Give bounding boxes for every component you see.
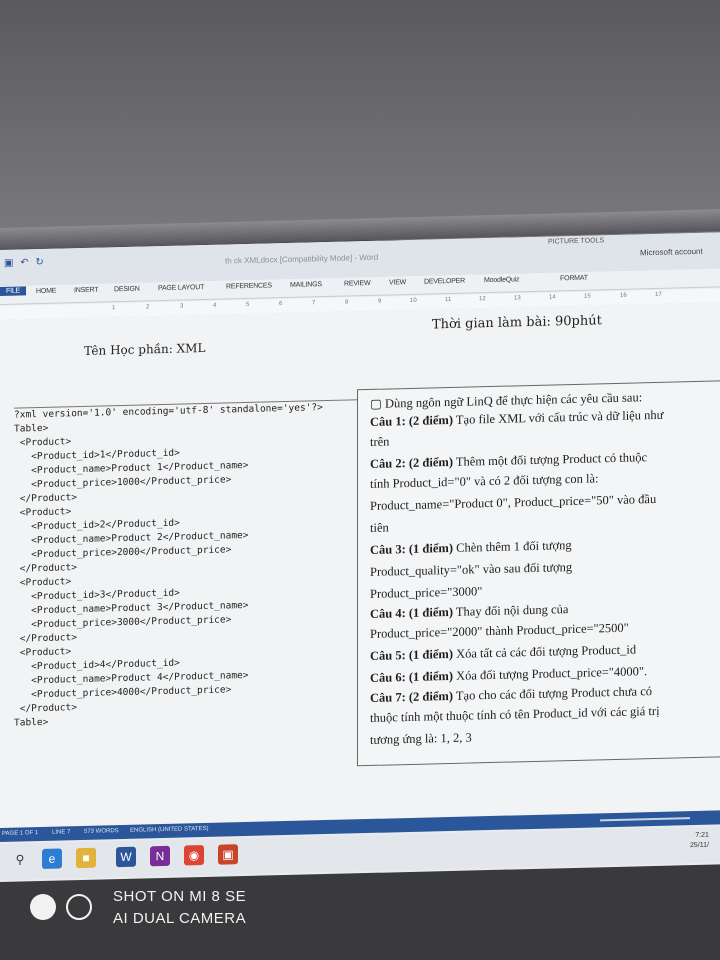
tab-mailings[interactable]: MAILINGS xyxy=(290,281,322,289)
onenote-icon[interactable]: N xyxy=(150,845,170,867)
xml-line: </Product> xyxy=(14,492,77,505)
tab-moodlequiz[interactable]: MoodleQuiz xyxy=(484,276,519,284)
xml-line: <Product> xyxy=(14,436,72,449)
ruler-tick: 1 xyxy=(112,305,116,312)
word-icon[interactable]: W xyxy=(116,846,136,868)
tab-view[interactable]: VIEW xyxy=(389,279,406,286)
status-page[interactable]: PAGE 1 OF 1 xyxy=(2,830,38,837)
tab-page-layout[interactable]: PAGE LAYOUT xyxy=(158,284,204,292)
question-3-line: Product_price="3000" xyxy=(370,584,483,601)
question-6-line: Câu 6: (1 điểm) Xóa đối tượng Product_pr… xyxy=(370,664,648,685)
file-explorer-icon[interactable]: ■ xyxy=(76,847,96,869)
ruler-tick: 15 xyxy=(584,293,591,300)
question-3-line: Câu 3: (1 điểm) Chèn thêm 1 đối tượng xyxy=(370,538,572,557)
course-name-text: Tên Học phần: XML xyxy=(84,340,206,358)
question-1-line: trên xyxy=(370,434,390,449)
ruler-tick: 3 xyxy=(180,303,184,310)
ruler-tick: 11 xyxy=(445,296,452,304)
quick-access-toolbar[interactable]: ▣ ↶ ↻ xyxy=(4,257,46,269)
picture-tools-label: PICTURE TOOLS xyxy=(548,237,605,246)
status-line: LINE 7 xyxy=(52,829,71,836)
status-word-count[interactable]: 573 WORDS xyxy=(84,828,119,835)
ruler-tick: 14 xyxy=(549,294,556,301)
exam-time-text: Thời gian làm bài: 90phút xyxy=(432,313,602,333)
questions-cell[interactable]: ▢ Dùng ngôn ngữ LinQ để thực hiện các yê… xyxy=(357,380,720,767)
ruler-tick: 6 xyxy=(279,301,283,308)
tab-file[interactable]: FILE xyxy=(0,286,26,296)
edge-icon[interactable]: e xyxy=(42,848,62,869)
tab-design[interactable]: DESIGN xyxy=(114,286,140,294)
watermark-circle-outline xyxy=(66,894,92,920)
ruler-tick: 5 xyxy=(246,301,250,308)
xml-line: <Product> xyxy=(14,576,72,589)
question-4-line: Product_price="2000" thành Product_price… xyxy=(370,620,629,641)
tab-home[interactable]: HOME xyxy=(36,288,56,295)
question-2-line: Câu 2: (2 điểm) Thêm một đối tượng Produ… xyxy=(370,450,648,471)
app-icon[interactable]: ▣ xyxy=(218,844,238,865)
tab-insert[interactable]: INSERT xyxy=(74,287,98,295)
xml-line: <Product> xyxy=(14,646,72,659)
question-2-line: tiên xyxy=(370,520,389,535)
ruler-tick: 16 xyxy=(620,292,627,299)
xml-line: Table> xyxy=(14,422,49,435)
xml-line: </Product> xyxy=(14,702,77,715)
question-7-line: thuộc tính một thuộc tính có tên Product… xyxy=(370,703,660,725)
question-4-line: Câu 4: (1 điểm) Thay đổi nội dung của xyxy=(370,602,569,621)
watermark-line1: SHOT ON MI 8 SE xyxy=(113,888,247,905)
watermark-circle-filled xyxy=(30,894,56,920)
document-title: th ck XMLdocx [Compatibility Mode] - Wor… xyxy=(225,252,379,266)
status-language[interactable]: ENGLISH (UNITED STATES) xyxy=(130,826,208,834)
xml-line: ?xml version='1.0' encoding='utf-8' stan… xyxy=(14,402,323,421)
xml-line: </Product> xyxy=(14,632,77,645)
zoom-slider[interactable] xyxy=(600,817,690,822)
question-5-line: Câu 5: (1 điểm) Xóa tất cả các đối tượng… xyxy=(370,642,637,663)
question-2-line: Product_name="Product 0", Product_price=… xyxy=(370,491,657,513)
document-page[interactable]: Thời gian làm bài: 90phút Tên Học phần: … xyxy=(0,302,720,840)
tab-developer[interactable]: DEVELOPER xyxy=(424,278,465,286)
tab-review[interactable]: REVIEW xyxy=(344,280,370,288)
clock-time: 7:21 xyxy=(695,831,709,840)
redo-icon[interactable]: ↻ xyxy=(35,257,45,268)
xml-code-cell[interactable]: ?xml version='1.0' encoding='utf-8' stan… xyxy=(14,399,359,764)
ruler-tick: 10 xyxy=(410,297,417,304)
ruler-tick: 7 xyxy=(312,300,316,307)
account-label[interactable]: Microsoft account xyxy=(640,247,703,258)
chrome-icon[interactable]: ◉ xyxy=(184,845,204,866)
ruler-tick: 2 xyxy=(146,304,150,311)
question-2-line: tính Product_id="0" và có 2 đối tượng co… xyxy=(370,471,599,491)
image-anchor-icon: ▢ xyxy=(370,396,385,411)
watermark-line2: AI DUAL CAMERA xyxy=(113,910,247,927)
xml-line: </Product> xyxy=(14,562,77,575)
ruler-tick: 12 xyxy=(479,296,486,303)
search-icon[interactable]: ⚲ xyxy=(10,849,30,869)
taskbar-clock[interactable]: 7:21 25/11/ xyxy=(690,831,709,851)
question-7-line: tương ứng là: 1, 2, 3 xyxy=(370,730,472,747)
undo-icon[interactable]: ↶ xyxy=(20,257,30,268)
ruler-tick: 13 xyxy=(514,295,521,302)
tab-references[interactable]: REFERENCES xyxy=(226,282,272,290)
word-window: ▣ ↶ ↻ th ck XMLdocx [Compatibility Mode]… xyxy=(0,232,720,883)
question-3-line: Product_quality="ok" vào sau đối tượng xyxy=(370,560,573,579)
question-7-line: Câu 7: (2 điểm) Tạo cho các đối tượng Pr… xyxy=(370,684,653,705)
clock-date: 25/11/ xyxy=(690,841,709,850)
xml-line: <Product> xyxy=(14,506,72,519)
save-icon[interactable]: ▣ xyxy=(4,258,15,269)
wall-background xyxy=(0,0,720,240)
tab-format[interactable]: FORMAT xyxy=(560,275,588,283)
ruler-tick: 17 xyxy=(655,291,662,298)
ruler-tick: 4 xyxy=(213,302,217,309)
ruler-tick: 8 xyxy=(345,299,349,306)
ruler-tick: 9 xyxy=(378,298,382,305)
xml-line: Table> xyxy=(14,716,49,729)
